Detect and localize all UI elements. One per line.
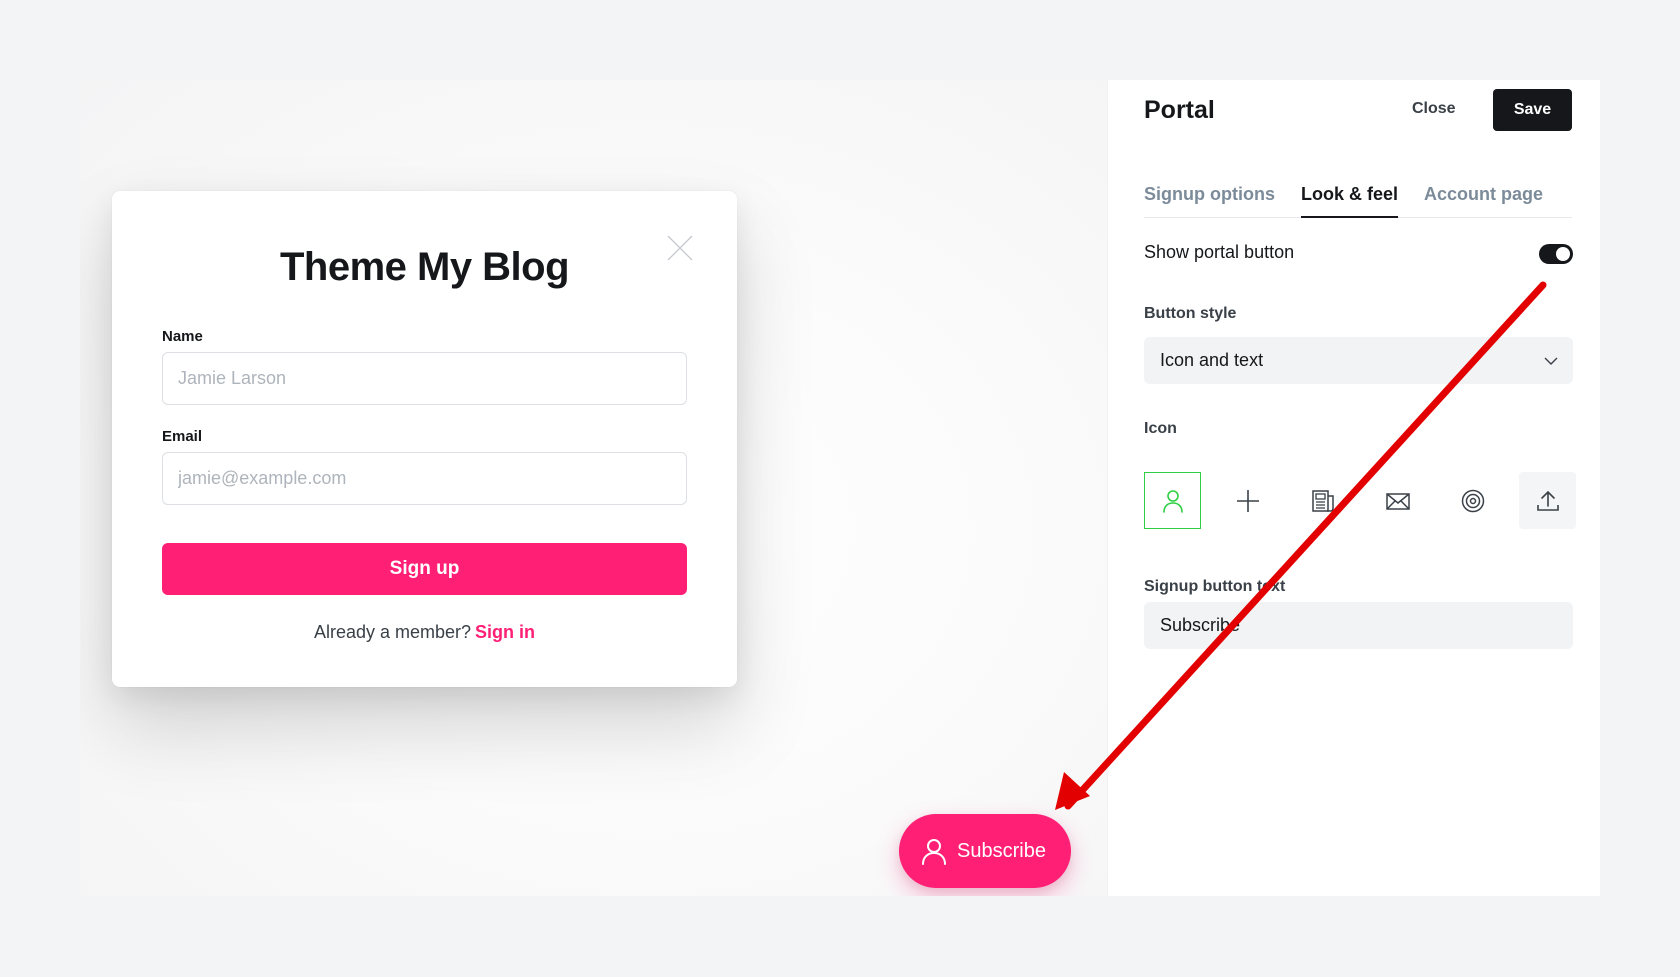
signup-button-text-label: Signup button text — [1144, 578, 1286, 595]
portal-subscribe-button[interactable]: Subscribe — [899, 814, 1071, 888]
button-style-select[interactable]: Icon and text — [1144, 337, 1573, 384]
portal-preview: Theme My Blog Name Email Sign up Already… — [80, 80, 1107, 896]
icon-option-user[interactable] — [1144, 472, 1201, 529]
tab-account-page[interactable]: Account page — [1424, 176, 1543, 218]
plus-icon — [1236, 489, 1259, 512]
user-icon — [922, 839, 946, 865]
member-text: Already a member? — [313, 622, 472, 642]
signup-button-text-input[interactable] — [1144, 602, 1573, 649]
icon-option-newspaper[interactable] — [1294, 472, 1351, 529]
site-title: Theme My Blog — [279, 245, 570, 289]
icon-label: Icon — [1144, 420, 1177, 437]
newspaper-icon — [1311, 489, 1334, 512]
panel-title: Portal — [1144, 96, 1215, 124]
tab-signup-options[interactable]: Signup options — [1144, 176, 1275, 218]
show-portal-button-label: Show portal button — [1144, 242, 1295, 262]
icon-option-plus[interactable] — [1219, 472, 1276, 529]
target-icon — [1461, 489, 1484, 512]
button-style-label: Button style — [1144, 305, 1237, 322]
user-icon — [1162, 489, 1183, 513]
icon-option-upload[interactable] — [1519, 472, 1576, 529]
chevron-down-icon — [1544, 357, 1558, 365]
icon-option-envelope[interactable] — [1369, 472, 1426, 529]
email-label: Email — [162, 428, 203, 445]
name-label: Name — [162, 328, 203, 345]
portal-settings-frame: Theme My Blog Name Email Sign up Already… — [80, 80, 1600, 896]
name-input[interactable] — [162, 352, 687, 405]
email-input[interactable] — [162, 452, 687, 505]
button-style-value: Icon and text — [1160, 350, 1264, 370]
signup-modal: Theme My Blog Name Email Sign up Already… — [112, 191, 737, 687]
icon-option-target[interactable] — [1444, 472, 1501, 529]
sign-up-button[interactable]: Sign up — [162, 543, 687, 595]
portal-button-label: Subscribe — [957, 839, 1046, 862]
settings-tabs: Signup options Look & feel Account page — [1144, 176, 1572, 218]
show-portal-button-toggle[interactable] — [1539, 244, 1573, 264]
tab-look-and-feel[interactable]: Look & feel — [1300, 176, 1398, 218]
save-button[interactable]: Save — [1493, 89, 1572, 131]
settings-panel: Portal Close Save Signup options Look & … — [1107, 80, 1600, 896]
envelope-icon — [1385, 492, 1410, 510]
member-line: Already a member? Sign in — [112, 622, 737, 643]
sign-in-link[interactable]: Sign in — [475, 622, 535, 642]
upload-icon — [1536, 490, 1559, 511]
close-button[interactable]: Close — [1412, 100, 1456, 118]
